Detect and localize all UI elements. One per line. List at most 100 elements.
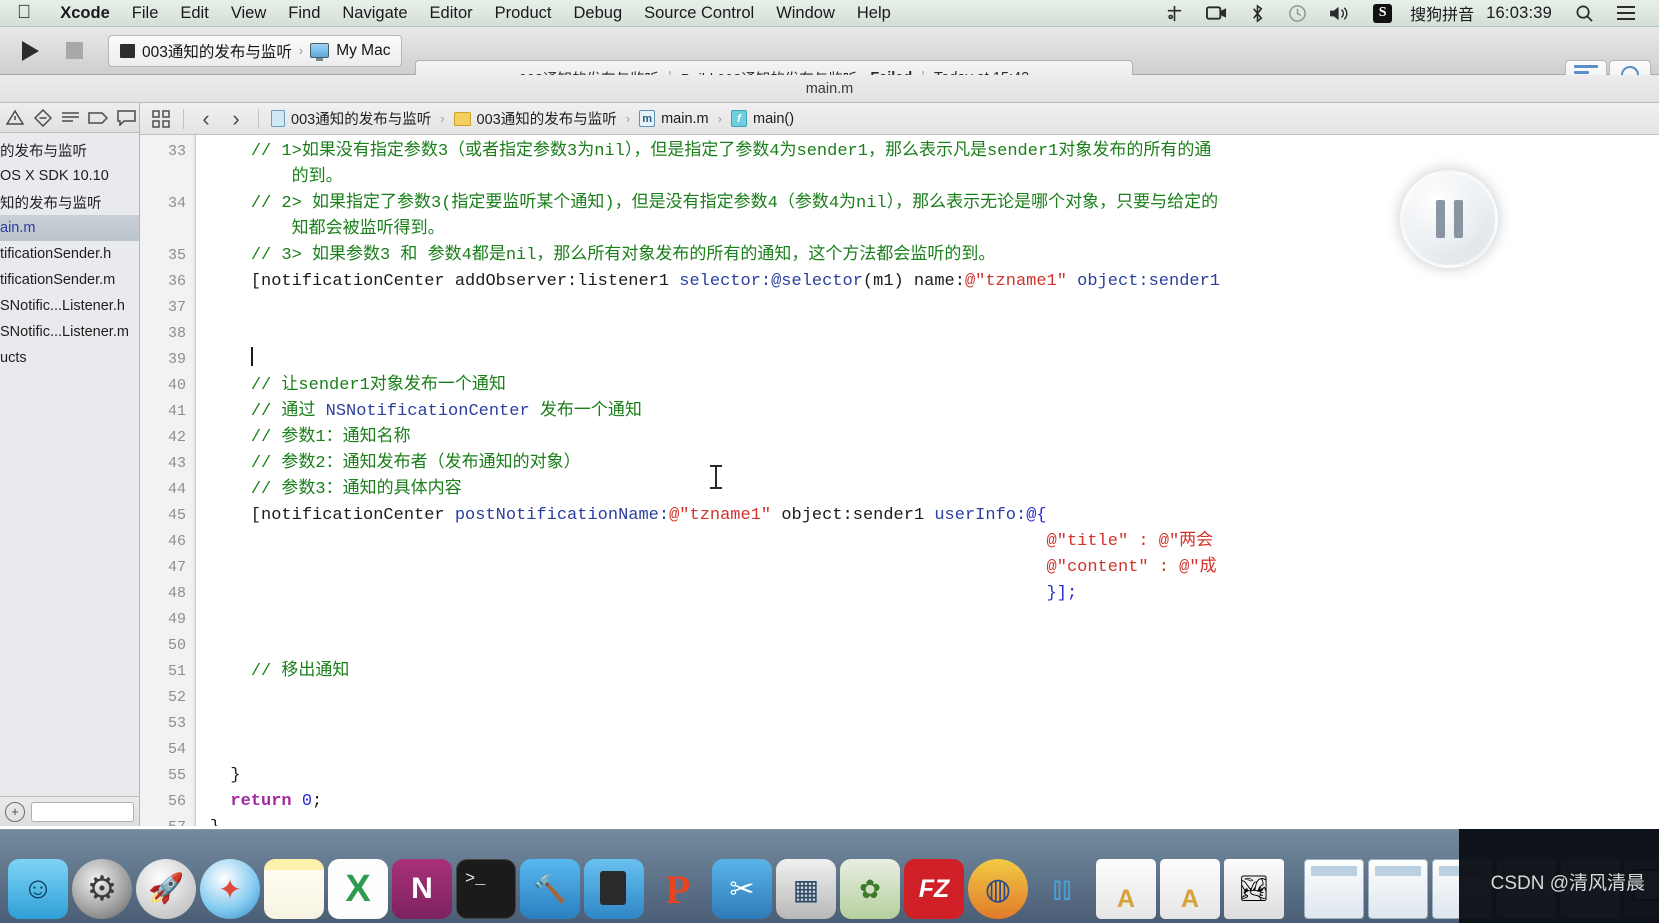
dock-icon-blue-folder-app[interactable] (584, 859, 644, 919)
menu-item-help[interactable]: Help (846, 4, 902, 23)
dock-icon-onenote[interactable] (392, 859, 452, 919)
breadcrumb-project[interactable]: 003通知的发布与监听 (268, 108, 434, 129)
menu-bar-clock[interactable]: 16:03:39 (1474, 4, 1564, 23)
breakpoint-navigator-tab[interactable] (85, 105, 111, 131)
breadcrumb-function[interactable]: f main() (728, 110, 797, 127)
menu-item-navigate[interactable]: Navigate (331, 4, 418, 23)
scheme-selector[interactable]: 003通知的发布与监听 › My Mac (108, 34, 403, 67)
menu-item-find[interactable]: Find (277, 4, 331, 23)
code-line[interactable] (196, 711, 1659, 737)
code-line[interactable]: }]; (196, 581, 1659, 607)
menu-item-window[interactable]: Window (765, 4, 846, 23)
project-navigator-list[interactable]: 的发布与监听 OS X SDK 10.10 知的发布与监听 ain.m tifi… (0, 133, 139, 796)
code-line[interactable]: // 让sender1对象发布一个通知 (196, 373, 1659, 399)
code-line[interactable] (196, 321, 1659, 347)
code-line[interactable] (196, 347, 1659, 373)
line-number: 55 (167, 767, 186, 784)
dock-icon-xcode[interactable] (520, 859, 580, 919)
apple-logo-icon[interactable]:  (17, 3, 31, 22)
code-line[interactable] (196, 685, 1659, 711)
dock-icon-finder[interactable] (8, 859, 68, 919)
search-icon[interactable] (1564, 4, 1605, 23)
nav-item-sender-m[interactable]: tificationSender.m (0, 267, 139, 293)
dock-icon-terminal[interactable] (456, 859, 516, 919)
test-navigator-tab[interactable] (30, 105, 56, 131)
nav-item-project[interactable]: 的发布与监听 (0, 137, 139, 163)
back-button[interactable]: ‹ (193, 106, 219, 131)
dock-icon-pdf-reader[interactable] (648, 859, 708, 919)
nav-item-listener-h[interactable]: SNotific...Listener.h (0, 293, 139, 319)
volume-icon[interactable] (1318, 5, 1362, 22)
dock-icon-image-file[interactable] (1224, 859, 1284, 919)
nav-item-sender-h[interactable]: tificationSender.h (0, 241, 139, 267)
dock-icon-color-app[interactable] (968, 859, 1028, 919)
stop-button[interactable] (52, 34, 96, 68)
source-code-area[interactable]: 33 34 35 36 37 38 39 40 41 42 43 44 45 46 47 48 49 50 51 52… (140, 135, 1659, 826)
dock-icon-window-2[interactable] (1368, 859, 1428, 919)
breadcrumb-file[interactable]: m main.m (636, 110, 712, 127)
code-line[interactable] (196, 607, 1659, 633)
bluetooth-icon[interactable] (1238, 3, 1277, 23)
dock-icon-launchpad[interactable] (136, 859, 196, 919)
navigator-filter-input[interactable] (31, 801, 134, 822)
code-line[interactable]: @"content" : @"成 (196, 555, 1659, 581)
ime-badge-icon[interactable]: S (1362, 3, 1403, 23)
dock-icon-document-a[interactable] (1096, 859, 1156, 919)
dock-icon-video-player[interactable] (776, 859, 836, 919)
forward-button[interactable]: › (223, 106, 249, 131)
line-number: 49 (167, 611, 186, 628)
dock-icon-notes[interactable] (264, 859, 324, 919)
menu-item-debug[interactable]: Debug (563, 4, 634, 23)
dock-icon-filezilla[interactable] (904, 859, 964, 919)
dock-icon-system-preferences[interactable] (72, 859, 132, 919)
nav-item-group[interactable]: 知的发布与监听 (0, 189, 139, 215)
code-line[interactable]: @"title" : @"两会 (196, 529, 1659, 555)
nav-item-sdk[interactable]: OS X SDK 10.10 (0, 163, 139, 189)
code-line[interactable] (196, 295, 1659, 321)
menu-item-editor[interactable]: Editor (419, 4, 484, 23)
debug-navigator-tab[interactable] (58, 105, 84, 131)
menu-item-edit[interactable]: Edit (169, 4, 219, 23)
code-line[interactable]: // 通过 NSNotificationCenter 发布一个通知 (196, 399, 1659, 425)
code-line[interactable]: // 参数1：通知名称 (196, 425, 1659, 451)
dock-icon-snipping-tool[interactable] (712, 859, 772, 919)
dock-icon-green-app[interactable] (840, 859, 900, 919)
report-navigator-tab[interactable] (113, 105, 139, 131)
menu-item-view[interactable]: View (220, 4, 277, 23)
issue-navigator-tab[interactable] (2, 105, 28, 131)
screen-recording-icon[interactable] (1195, 5, 1238, 21)
code-line[interactable]: // 1>如果没有指定参数3（或者指定参数3为nil），但是指定了参数4为sen… (196, 139, 1659, 165)
breadcrumb-folder[interactable]: 003通知的发布与监听 (451, 108, 620, 129)
code-line[interactable]: } (196, 763, 1659, 789)
code-line[interactable]: [notificationCenter addObserver:listener… (196, 269, 1659, 295)
dock-icon-safari[interactable] (200, 859, 260, 919)
shortcut-icon[interactable] (1154, 4, 1195, 23)
code-line[interactable]: } (196, 815, 1659, 826)
code-line[interactable]: // 参数2：通知发布者（发布通知的对象） (196, 451, 1659, 477)
menu-item-source-control[interactable]: Source Control (633, 4, 765, 23)
code-line[interactable]: // 移出通知 (196, 659, 1659, 685)
run-button[interactable] (8, 34, 52, 68)
code-line[interactable] (196, 737, 1659, 763)
code-line[interactable]: [notificationCenter postNotificationName… (196, 503, 1659, 529)
code-line[interactable]: return 0; (196, 789, 1659, 815)
menu-item-product[interactable]: Product (484, 4, 563, 23)
nav-item-listener-m[interactable]: SNotific...Listener.m (0, 319, 139, 345)
nav-item-main-m[interactable]: ain.m (0, 215, 139, 241)
notification-center-list-icon[interactable] (1605, 5, 1647, 21)
menu-item-file[interactable]: File (121, 4, 170, 23)
code-line[interactable] (196, 633, 1659, 659)
code-line[interactable]: // 参数3：通知的具体内容 (196, 477, 1659, 503)
related-files-icon[interactable] (148, 107, 174, 131)
dock-icon-document-b[interactable] (1160, 859, 1220, 919)
dock-icon-brush-app[interactable] (1032, 859, 1092, 919)
ime-label[interactable]: 搜狗拼音 (1403, 1, 1474, 25)
dock-icon-excel[interactable] (328, 859, 388, 919)
menu-item-xcode[interactable]: Xcode (49, 4, 121, 23)
dock-icon-window-1[interactable] (1304, 859, 1364, 919)
add-file-button[interactable]: + (5, 801, 25, 822)
nav-item-products[interactable]: ucts (0, 345, 139, 371)
pause-overlay-button[interactable] (1400, 170, 1498, 268)
